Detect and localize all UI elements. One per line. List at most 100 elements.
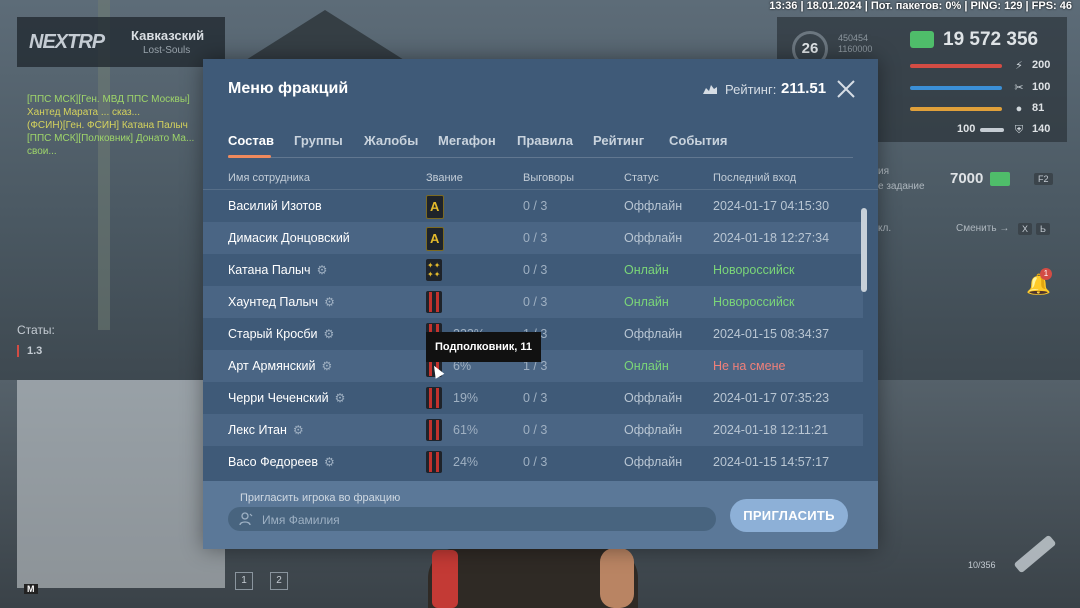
inventory-slot[interactable]: 1: [235, 572, 253, 590]
member-last-login: Не на смене: [713, 359, 786, 373]
member-name: Старый Кросби ⚙: [228, 327, 335, 341]
chat-line: свои...: [27, 146, 57, 157]
table-row[interactable]: Васо Федореев ⚙ 24% 0 / 3 Оффлайн 2024-01-15 …: [203, 446, 863, 478]
chat-line: [ППС МСК][Ген. МВД ППС Москвы]: [27, 94, 190, 105]
member-warnings: 0 / 3: [523, 391, 548, 405]
money-icon: [910, 31, 934, 48]
member-status: Онлайн: [624, 295, 669, 309]
invite-button[interactable]: ПРИГЛАСИТЬ: [730, 499, 848, 532]
table-scrollbar[interactable]: [861, 208, 867, 292]
chat-log: [ППС МСК][Ген. МВД ППС Москвы] Хантед Ма…: [27, 93, 207, 158]
notification-badge: 1: [1040, 268, 1052, 280]
member-last-login: Новороссийск: [713, 263, 795, 277]
chat-line: (ФСИН)[Ген. ФСИН] Катана Палыч: [27, 120, 188, 131]
member-last-login: 2024-01-17 04:15:30: [713, 199, 830, 213]
inventory-slot[interactable]: 2: [270, 572, 288, 590]
member-name: Черри Чеченский ⚙: [228, 391, 346, 405]
gear-icon[interactable]: ⚙: [324, 455, 335, 469]
gear-icon[interactable]: ⚙: [324, 295, 335, 309]
thirst-value: 81: [1032, 102, 1045, 114]
player-character-arm: [600, 548, 634, 608]
gear-icon[interactable]: ⚙: [293, 423, 304, 437]
tab-rating[interactable]: Рейтинг: [593, 133, 644, 148]
member-warnings: 0 / 3: [523, 231, 548, 245]
table-row[interactable]: Черри Чеченский ⚙ 19% 0 / 3 Оффлайн 2024-01-1…: [203, 382, 863, 414]
health-bar: [910, 64, 1002, 68]
rank-insignia-icon[interactable]: [426, 259, 442, 281]
rank-progress: 19%: [453, 391, 479, 405]
tab-complaints[interactable]: Жалобы: [364, 133, 418, 148]
member-name: Катана Палыч ⚙: [228, 263, 328, 277]
invite-field: [228, 507, 716, 533]
tab-composition[interactable]: Состав: [228, 133, 274, 148]
invite-footer: Пригласить игрока во фракцию ПРИГЛАСИТЬ: [203, 481, 878, 549]
column-header-rank: Звание: [426, 172, 463, 184]
tab-megaphone[interactable]: Мегафон: [438, 133, 496, 148]
rank-insignia-icon[interactable]: [426, 387, 442, 409]
column-header-status: Статус: [624, 172, 659, 184]
member-status: Оффлайн: [624, 327, 683, 341]
shield-icon: ⛨: [1014, 124, 1024, 136]
server-subtitle: Lost-Souls: [143, 45, 191, 56]
table-row[interactable]: Димасик Донцовский 0 / 3 Оффлайн 2024-01-18…: [203, 222, 863, 254]
key-x: X: [1018, 223, 1033, 235]
drop-icon: ●: [1015, 103, 1023, 115]
stats-label: Статы:: [17, 323, 55, 337]
member-status: Оффлайн: [624, 231, 683, 245]
column-header-warnings: Выговоры: [523, 172, 574, 184]
invite-name-input[interactable]: [260, 507, 704, 533]
member-last-login: 2024-01-18 12:27:34: [713, 231, 830, 245]
armor-bar: [980, 128, 1004, 132]
table-row[interactable]: Хаунтед Палыч ⚙ 0 / 3 Онлайн Новороссийск: [203, 286, 863, 318]
faction-menu-modal: Меню фракций Рейтинг: 211.51 Состав Груп…: [203, 59, 878, 549]
rank-insignia-icon[interactable]: [426, 291, 442, 313]
column-header-last-login: Последний вход: [713, 172, 797, 184]
tab-groups[interactable]: Группы: [294, 133, 343, 148]
xp-counter: 450454 1160000: [838, 33, 873, 54]
rank-insignia-icon[interactable]: [426, 451, 442, 473]
hint-text: кл.: [878, 223, 892, 234]
member-status: Оффлайн: [624, 423, 683, 437]
hud-top-info: 13:36 | 18.01.2024 | Пот. пакетов: 0% | …: [769, 0, 1072, 12]
stats-value: 1.3: [17, 345, 42, 357]
minimap: [17, 380, 225, 588]
member-last-login: Новороссийск: [713, 295, 795, 309]
table-row[interactable]: Катана Палыч⚙ 0 / 3 Онлайн Новороссийск: [203, 254, 863, 286]
invite-label: Пригласить игрока во фракцию: [240, 492, 401, 504]
rating-icon: [702, 83, 718, 95]
modal-header: Меню фракций Рейтинг: 211.51: [203, 59, 878, 119]
server-logo: NEXTRP: [29, 31, 105, 53]
member-warnings: 0 / 3: [523, 263, 548, 277]
gear-icon[interactable]: ⚙: [321, 359, 332, 373]
quest-reward: 7000: [950, 170, 984, 187]
chat-line: Хантед Марата ... сказ...: [27, 107, 140, 118]
gear-icon[interactable]: ⚙: [317, 263, 328, 277]
rank-insignia-icon[interactable]: [426, 195, 444, 219]
gear-icon[interactable]: ⚙: [335, 391, 346, 405]
modal-title: Меню фракций: [228, 80, 349, 97]
column-header-name: Имя сотрудника: [228, 172, 310, 184]
member-last-login: 2024-01-17 07:35:23: [713, 391, 830, 405]
member-warnings: 0 / 3: [523, 423, 548, 437]
tab-events[interactable]: События: [669, 133, 727, 148]
member-status: Онлайн: [624, 263, 669, 277]
member-warnings: 0 / 3: [523, 295, 548, 309]
tab-rules[interactable]: Правила: [517, 133, 573, 148]
member-name: Димасик Донцовский: [228, 231, 350, 245]
table-row[interactable]: Василий Изотов 0 / 3 Оффлайн 2024-01-17 04:…: [203, 190, 863, 222]
rank-insignia-icon[interactable]: [426, 227, 444, 251]
member-name: Хаунтед Палыч ⚙: [228, 295, 335, 309]
table-row[interactable]: Лекс Итан ⚙ 61% 0 / 3 Оффлайн 2024-01-18 12:1…: [203, 414, 863, 446]
close-button[interactable]: [835, 78, 857, 100]
gear-icon[interactable]: ⚙: [324, 327, 335, 341]
tab-bar: Состав Группы Жалобы Мегафон Правила Рей…: [228, 119, 853, 158]
member-last-login: 2024-01-18 12:11:21: [713, 423, 829, 437]
rank-insignia-icon[interactable]: [426, 419, 442, 441]
member-name: Лекс Итан ⚙: [228, 423, 304, 437]
member-status: Оффлайн: [624, 391, 683, 405]
server-name: Кавказский: [131, 28, 205, 43]
chat-line: [ППС МСК][Полковник] Донато Ма...: [27, 133, 195, 144]
health-value: 200: [1032, 59, 1051, 71]
member-status: Оффлайн: [624, 455, 683, 469]
minimap-key: M: [24, 584, 38, 594]
